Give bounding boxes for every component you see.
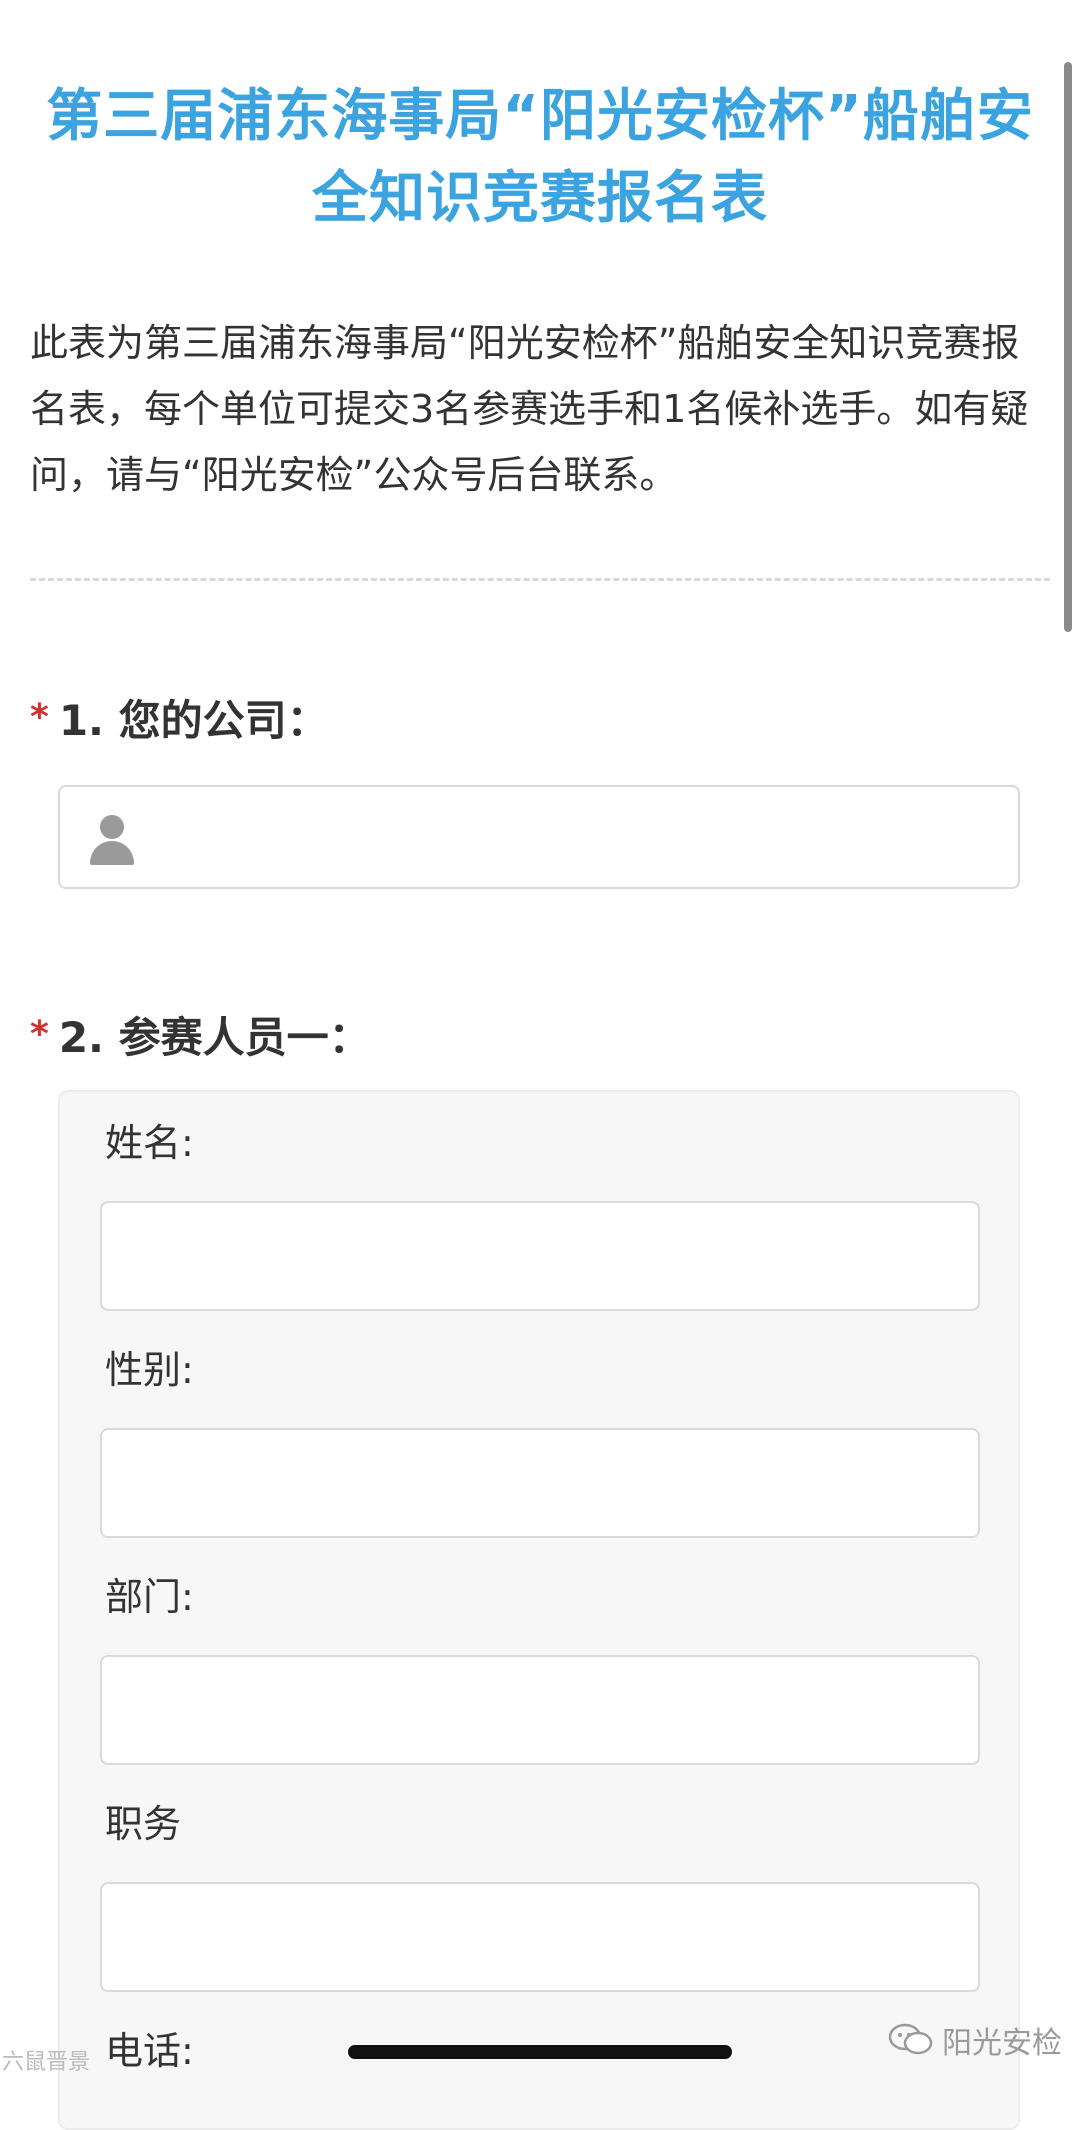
- page-title: 第三届浦东海事局“阳光安检杯”船舶安全知识竞赛报名表: [46, 84, 1034, 231]
- required-asterisk: *: [30, 1014, 49, 1055]
- job-title-input[interactable]: [100, 1882, 980, 1992]
- home-indicator[interactable]: [348, 2045, 732, 2059]
- section-divider: [30, 578, 1050, 581]
- question-company-text: 1. 您的公司：: [58, 696, 329, 745]
- department-label: 部门:: [105, 1575, 194, 1619]
- scrollbar[interactable]: [1064, 62, 1072, 632]
- question-participant-text: 2. 参赛人员一：: [58, 1013, 371, 1062]
- form-description: 此表为第三届浦东海事局“阳光安检杯”船舶安全知识竞赛报名表，每个单位可提交3名参…: [30, 321, 1029, 497]
- person-icon: [88, 815, 136, 865]
- company-input[interactable]: [58, 785, 1020, 889]
- gender-label: 性别:: [105, 1348, 194, 1392]
- watermark-account: 阳光安检: [888, 2015, 1062, 2065]
- gender-input[interactable]: [100, 1428, 980, 1538]
- watermark-left: 六鼠晋景: [2, 2050, 91, 2075]
- question-company-label: * 1. 您的公司：: [30, 690, 329, 749]
- name-input[interactable]: [100, 1201, 980, 1311]
- watermark-account-name: 阳光安检: [942, 2026, 1062, 2061]
- phone-label: 电话:: [105, 2029, 194, 2073]
- required-asterisk: *: [30, 697, 49, 738]
- question-participant-label: * 2. 参赛人员一：: [30, 1007, 371, 1066]
- name-label: 姓名:: [105, 1121, 194, 1165]
- wechat-icon: [888, 2023, 933, 2055]
- department-input[interactable]: [100, 1655, 980, 1765]
- job-title-label: 职务: [105, 1802, 182, 1846]
